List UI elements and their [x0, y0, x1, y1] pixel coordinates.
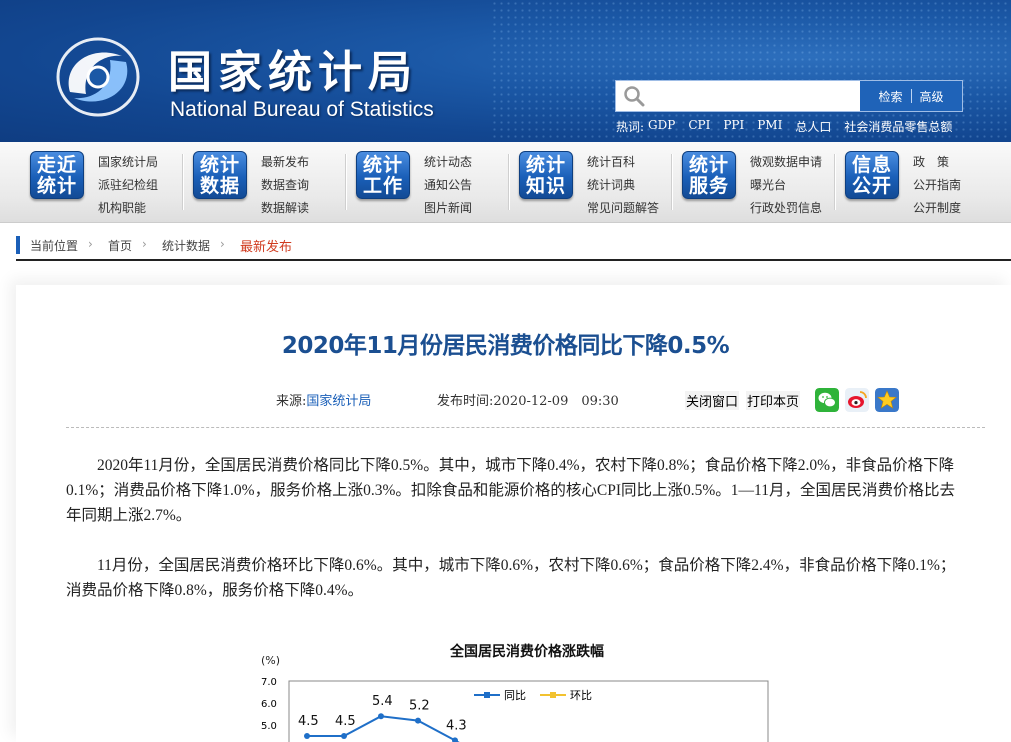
nav-link[interactable]: 最新发布: [261, 151, 309, 174]
breadcrumb: 当前位置 › 首页 › 统计数据 › 最新发布: [16, 233, 1011, 261]
nav-links: 统计百科 统计词典 常见问题解答: [587, 151, 659, 220]
y-tick-label: 7.0: [261, 677, 277, 688]
favorite-star-icon[interactable]: [875, 388, 899, 412]
nav-link[interactable]: 微观数据申请: [750, 151, 822, 174]
nav-badge-about[interactable]: 走近 统计: [30, 151, 84, 199]
breadcrumb-marker: [16, 236, 20, 254]
hot-word-link[interactable]: PPI: [723, 118, 744, 135]
advanced-search-button[interactable]: 高级: [912, 88, 952, 105]
nav-divider: [182, 154, 183, 210]
hot-word-link[interactable]: PMI: [757, 118, 782, 135]
nav-links: 微观数据申请 曝光台 行政处罚信息: [750, 151, 822, 220]
article-divider: [66, 427, 985, 428]
wechat-share-icon[interactable]: [815, 388, 839, 412]
nav-links: 政 策 公开指南 公开制度: [913, 151, 961, 220]
hot-words-label: 热词:: [616, 120, 645, 134]
plot-area: [288, 680, 769, 742]
article-paragraph: 11月份，全国居民消费价格环比下降0.6%。其中，城市下降0.6%，农村下降0.…: [66, 557, 956, 599]
chevron-right-icon: ›: [142, 237, 147, 251]
article-time: 发布时间:2020-12-09 09:30: [437, 390, 619, 409]
article-paragraph: 2020年11月份，全国居民消费价格同比下降0.5%。其中，城市下降0.4%，农…: [66, 457, 955, 524]
nav-link[interactable]: 数据查询: [261, 174, 309, 197]
nav-link[interactable]: 数据解读: [261, 197, 309, 220]
nav-badge-disclosure[interactable]: 信息 公开: [845, 151, 899, 199]
y-axis-label: (%): [261, 654, 280, 667]
breadcrumb-label: 当前位置: [30, 239, 79, 253]
site-header: 国家统计局 National Bureau of Statistics 检索 高…: [0, 0, 1011, 142]
data-point: [452, 737, 458, 742]
print-button[interactable]: 打印本页: [746, 391, 801, 410]
search-input[interactable]: [650, 84, 854, 108]
nav-link[interactable]: 统计百科: [587, 151, 659, 174]
nav-link[interactable]: 通知公告: [424, 174, 472, 197]
data-label: 5.2: [409, 699, 430, 714]
nav-link[interactable]: 常见问题解答: [587, 197, 659, 220]
data-point: [304, 733, 310, 739]
nav-link[interactable]: 统计动态: [424, 151, 472, 174]
close-window-button[interactable]: 关闭窗口: [685, 391, 740, 410]
data-point: [341, 733, 347, 739]
nav-divider: [834, 154, 835, 210]
y-tick-label: 5.0: [261, 721, 277, 732]
nav-link[interactable]: 政 策: [913, 151, 961, 174]
search-box: 检索 高级: [615, 80, 963, 112]
data-point: [415, 717, 421, 724]
data-label: 5.4: [372, 694, 393, 709]
data-label: 4.5: [335, 714, 356, 729]
breadcrumb-home[interactable]: 首页: [108, 237, 132, 254]
nav-link[interactable]: 图片新闻: [424, 197, 472, 220]
nav-links: 国家统计局 派驻纪检组 机构职能: [98, 151, 158, 220]
nav-badge-service[interactable]: 统计 服务: [682, 151, 736, 199]
legend-label: 环比: [570, 689, 592, 702]
source-label: 来源:: [276, 394, 307, 409]
nav-divider: [345, 154, 346, 210]
main-nav: 走近 统计 国家统计局 派驻纪检组 机构职能 统计 数据 最新发布 数据查询 数据解…: [0, 142, 1011, 223]
data-label: 4.3: [446, 718, 467, 733]
legend-label: 同比: [504, 689, 526, 702]
nav-link[interactable]: 公开指南: [913, 174, 961, 197]
legend-marker: [484, 692, 490, 698]
hot-words: 热词: GDP CPI PPI PMI 总人口 社会消费品零售总额: [616, 118, 965, 135]
chevron-right-icon: ›: [220, 237, 225, 251]
data-point: [378, 713, 384, 720]
nav-badge-work[interactable]: 统计 工作: [356, 151, 410, 199]
hot-word-link[interactable]: CPI: [688, 118, 710, 135]
cpi-line-chart: (%) 7.06.05.0 同比环比 4.54.55.45.24.33.8: [261, 654, 769, 742]
hot-word-link[interactable]: GDP: [648, 118, 675, 135]
nav-links: 最新发布 数据查询 数据解读: [261, 151, 309, 220]
chevron-right-icon: ›: [88, 237, 93, 251]
nav-link[interactable]: 公开制度: [913, 197, 961, 220]
nav-link[interactable]: 曝光台: [750, 174, 822, 197]
nav-link[interactable]: 机构职能: [98, 197, 158, 220]
nav-divider: [671, 154, 672, 210]
nav-link[interactable]: 国家统计局: [98, 151, 158, 174]
source-link[interactable]: 国家统计局: [306, 394, 371, 409]
data-label: 4.5: [298, 714, 319, 729]
search-icon: [624, 86, 645, 107]
nav-link[interactable]: 行政处罚信息: [750, 197, 822, 220]
nav-links: 统计动态 通知公告 图片新闻: [424, 151, 472, 220]
nav-link[interactable]: 统计词典: [587, 174, 659, 197]
legend-marker: [550, 692, 556, 698]
site-title-cn: 国家统计局: [168, 47, 418, 98]
hot-word-link[interactable]: 社会消费品零售总额: [844, 118, 952, 135]
nav-link[interactable]: 派驻纪检组: [98, 174, 158, 197]
nav-divider: [508, 154, 509, 210]
breadcrumb-stats-data[interactable]: 统计数据: [162, 237, 210, 254]
nbs-logo-icon[interactable]: [52, 34, 144, 120]
search-buttons: 检索 高级: [860, 81, 962, 111]
y-tick-label: 6.0: [261, 699, 277, 710]
nav-badge-data[interactable]: 统计 数据: [193, 151, 247, 199]
article-title: 2020年11月份居民消费价格同比下降0.5%: [281, 333, 730, 359]
time-value: 2020-12-09 09:30: [493, 394, 619, 409]
article-source: 来源:国家统计局: [276, 390, 371, 409]
weibo-share-icon[interactable]: [845, 388, 869, 412]
search-button[interactable]: 检索: [870, 88, 910, 105]
site-title-en: National Bureau of Statistics: [170, 98, 434, 121]
breadcrumb-current: 最新发布: [240, 240, 293, 255]
hot-word-link[interactable]: 总人口: [795, 118, 831, 135]
time-label: 发布时间:: [437, 394, 494, 409]
nav-badge-knowledge[interactable]: 统计 知识: [519, 151, 573, 199]
